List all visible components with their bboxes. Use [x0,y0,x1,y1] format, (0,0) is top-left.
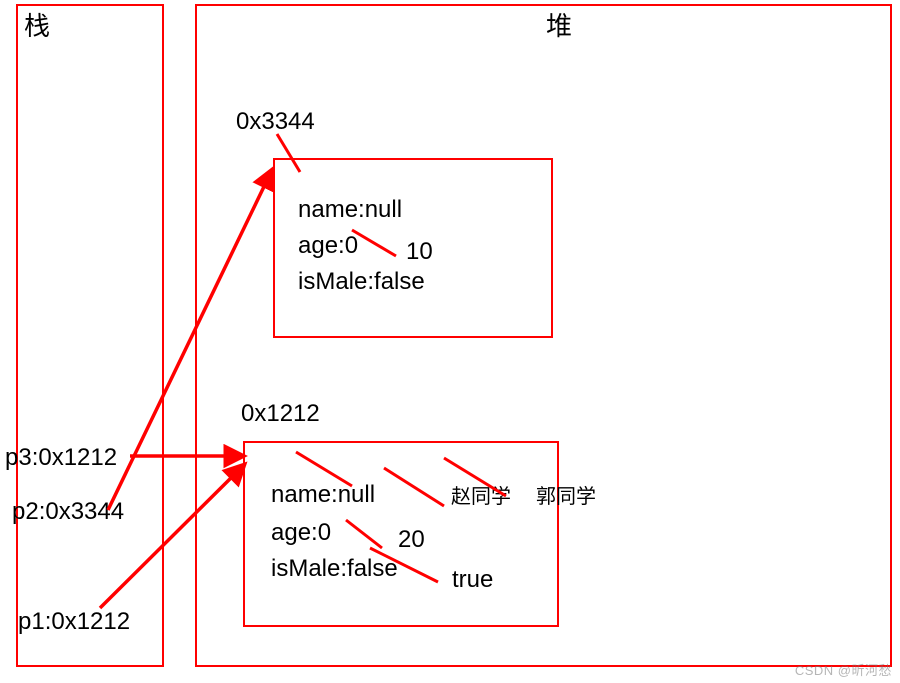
heap-obj2-age: age:0 [271,519,331,547]
stack-var-p2: p2:0x3344 [12,498,124,526]
heap-obj1-name: name:null [298,196,402,224]
stack-box [16,4,164,667]
heap-obj2-age-new: 20 [398,526,425,554]
stack-title: 栈 [24,6,50,43]
heap-title: 堆 [546,6,572,43]
heap-obj2-name-new2: 郭同学 [536,480,596,509]
watermark: CSDN @昕河愁 [795,660,892,679]
heap-obj1-addr: 0x3344 [236,108,315,136]
heap-obj1-age: age:0 [298,232,358,260]
heap-obj2-name-new1: 赵同学 [451,480,511,509]
heap-obj2-ismale-new: true [452,566,493,594]
heap-obj2-ismale: isMale:false [271,555,398,583]
heap-obj2-name: name:null [271,481,375,509]
stack-var-p1: p1:0x1212 [18,608,130,636]
heap-obj1-age-new: 10 [406,238,433,266]
heap-obj1-ismale: isMale:false [298,268,425,296]
heap-obj2-addr: 0x1212 [241,400,320,428]
stack-var-p3: p3:0x1212 [5,444,117,472]
